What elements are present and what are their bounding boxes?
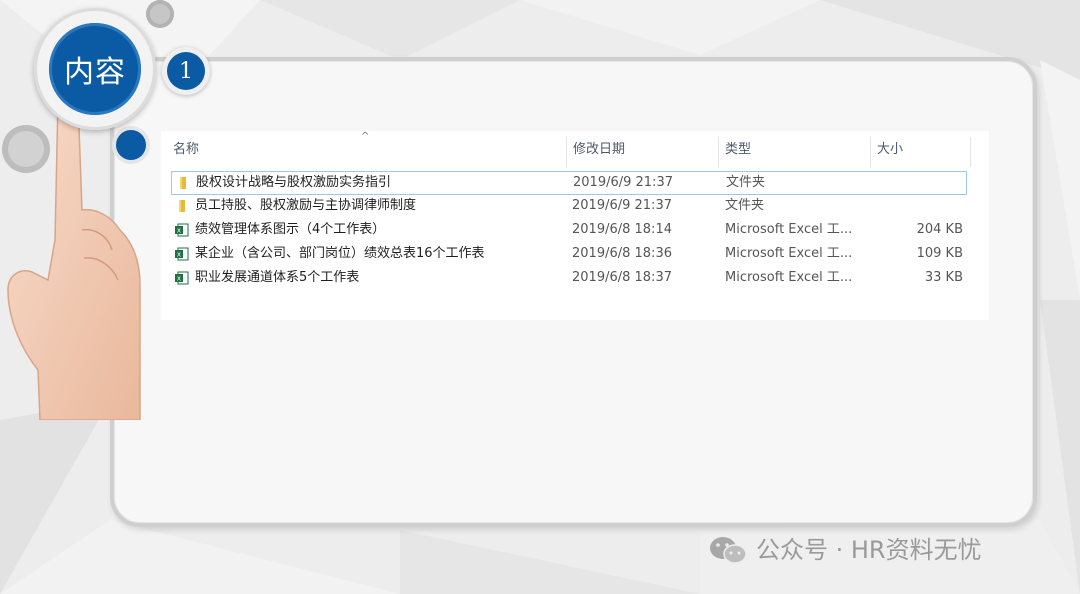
wechat-icon — [710, 537, 747, 564]
file-name: 员工持股、股权激励与主协调律师制度 — [195, 198, 417, 213]
section-number: 1 — [167, 52, 205, 90]
excel-icon: x — [175, 247, 189, 261]
watermark-text: 公众号 · HR资料无忧 — [756, 536, 982, 564]
file-name: 股权设计战略与股权激励实务指引 — [196, 175, 392, 190]
file-size: 109 KB — [916, 246, 963, 261]
section-number-badge: 1 — [162, 47, 210, 95]
file-type: 文件夹 — [725, 198, 765, 213]
file-type: Microsoft Excel 工... — [725, 246, 853, 261]
file-explorer-panel: ^ 名称 修改日期 类型 大小 股权设计战略与股权激励实务指引 2019/6/9… — [161, 131, 989, 320]
file-type: Microsoft Excel 工... — [725, 270, 853, 285]
file-size: 204 KB — [916, 222, 963, 237]
file-type: Microsoft Excel 工... — [725, 222, 853, 237]
file-name: 职业发展通道体系5个工作表 — [195, 270, 360, 285]
column-header-row: 名称 修改日期 类型 大小 — [161, 137, 989, 167]
file-row[interactable]: 股权设计战略与股权激励实务指引 2019/6/9 21:37 文件夹 — [171, 171, 967, 195]
svg-text:x: x — [177, 251, 181, 259]
excel-icon: x — [175, 223, 189, 237]
svg-text:x: x — [177, 275, 181, 283]
column-header-date[interactable]: 修改日期 — [561, 137, 713, 163]
folder-icon — [179, 200, 185, 212]
file-date: 2019/6/8 18:36 — [572, 246, 672, 261]
file-row[interactable]: 员工持股、股权激励与主协调律师制度 2019/6/9 21:37 文件夹 — [171, 195, 967, 219]
title-badge-inner: 内容 — [49, 23, 141, 115]
folder-icon — [180, 177, 186, 189]
decorative-circle — [146, 0, 174, 28]
column-header-name[interactable]: 名称 — [161, 137, 566, 163]
column-header-type[interactable]: 类型 — [713, 137, 865, 163]
file-size — [863, 195, 963, 217]
column-separator[interactable] — [970, 137, 971, 167]
file-size — [864, 172, 964, 194]
column-header-size[interactable]: 大小 — [865, 137, 970, 163]
svg-text:x: x — [177, 227, 181, 235]
file-date: 2019/6/9 21:37 — [572, 198, 672, 213]
excel-icon: x — [175, 271, 189, 285]
decorative-circle — [2, 125, 50, 173]
file-row[interactable]: x 职业发展通道体系5个工作表 2019/6/8 18:37 Microsoft… — [171, 267, 967, 291]
file-date: 2019/6/8 18:14 — [572, 222, 672, 237]
file-size: 33 KB — [924, 270, 963, 285]
decorative-circle — [116, 130, 146, 160]
file-date: 2019/6/9 21:37 — [573, 175, 673, 190]
file-date: 2019/6/8 18:37 — [572, 270, 672, 285]
file-row[interactable]: x 绩效管理体系图示（4个工作表） 2019/6/8 18:14 Microso… — [171, 219, 967, 243]
file-name: 某企业（含公司、部门岗位）绩效总表16个工作表 — [195, 246, 485, 261]
watermark: 公众号 · HR资料无忧 — [708, 532, 982, 568]
file-type: 文件夹 — [726, 175, 766, 190]
slide-title: 内容 — [64, 55, 126, 90]
title-badge: 内容 — [34, 8, 156, 130]
file-row[interactable]: x 某企业（含公司、部门岗位）绩效总表16个工作表 2019/6/8 18:36… — [171, 243, 967, 267]
file-name: 绩效管理体系图示（4个工作表） — [195, 222, 386, 237]
